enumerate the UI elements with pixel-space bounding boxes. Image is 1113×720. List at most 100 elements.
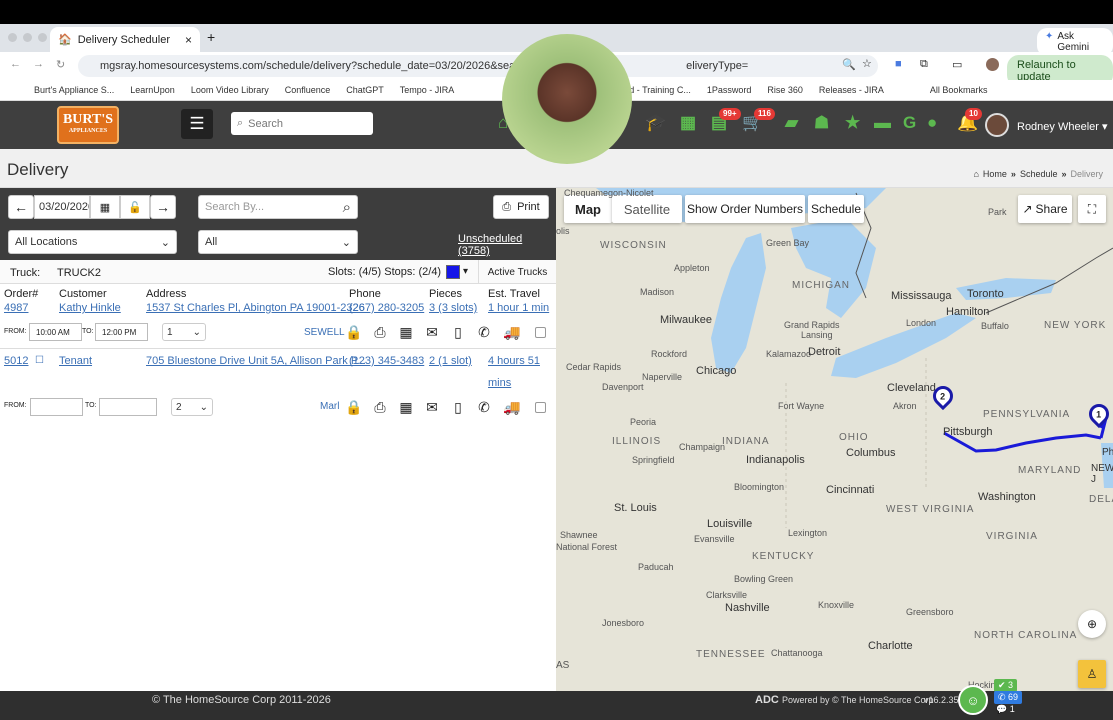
next-date-button[interactable]: → [150, 195, 176, 219]
briefcase-icon[interactable]: ▰ [785, 113, 798, 133]
mobile-icon[interactable]: ▯ [449, 323, 467, 341]
calendar-icon[interactable]: ▦ [397, 398, 415, 416]
chevron-down-icon[interactable]: ▾ [463, 266, 468, 277]
calendar-icon[interactable]: ▦ [397, 323, 415, 341]
calendar-button[interactable]: ▦ [90, 195, 120, 219]
satellite-view-tab[interactable]: Satellite [612, 195, 682, 223]
sequence-select[interactable]: 2 ⌄ [171, 398, 213, 416]
inbox-icon[interactable]: ▤ 99+ [711, 108, 741, 133]
bookmark-item[interactable]: Confluence [285, 85, 331, 95]
status-count-blue[interactable]: ✆ 69 [994, 691, 1023, 704]
star-nav-icon[interactable]: ★ [845, 113, 860, 133]
customer-link[interactable]: Tenant [59, 355, 92, 367]
unscheduled-link[interactable]: Unscheduled (3758) [458, 233, 556, 257]
phone-icon[interactable]: ✆ [475, 323, 493, 341]
prev-date-button[interactable]: ← [8, 195, 34, 219]
header-search-input[interactable]: ⌕ Search [231, 112, 373, 135]
printer-icon[interactable]: ⎙ [371, 398, 389, 416]
close-tab-icon[interactable]: × [185, 33, 192, 47]
envelope-icon[interactable]: ✉ [423, 398, 441, 416]
user-menu[interactable]: Rodney Wheeler ▾ [1017, 120, 1108, 133]
address-bar[interactable]: mgsray.homesourcesystems.com/schedule/de… [78, 55, 878, 77]
order-link[interactable]: 4987 [4, 302, 28, 314]
row-checkbox[interactable] [531, 398, 549, 416]
calculator-icon[interactable]: ▦ [680, 113, 696, 133]
forward-icon[interactable]: → [33, 58, 44, 70]
user-avatar[interactable] [985, 113, 1009, 137]
phone-link[interactable]: (123) 345-3483 [349, 355, 424, 367]
filter-select[interactable]: All ⌄ [198, 230, 358, 254]
truck-color-swatch[interactable] [446, 265, 460, 279]
unlock-button[interactable]: 🔓 [120, 195, 150, 219]
star-icon[interactable]: ☆ [862, 57, 872, 70]
google-icon[interactable]: G [903, 113, 916, 133]
from-time-input[interactable]: 10:00 AM [29, 323, 82, 341]
bookmark-item[interactable]: 1Password [707, 85, 752, 95]
printer-icon[interactable]: ⎙ [371, 323, 389, 341]
pegman-button[interactable]: ♙ [1078, 660, 1106, 688]
address-link[interactable]: 705 Bluestone Drive Unit 5A, Allison Par… [146, 355, 366, 367]
pieces-link[interactable]: 2 (1 slot) [429, 355, 472, 367]
hamburger-menu-button[interactable]: ☰ [181, 109, 213, 139]
order-link[interactable]: 5012 [4, 355, 28, 367]
graduation-cap-icon[interactable]: 🎓 [645, 113, 666, 133]
bookmark-item[interactable]: ChatGPT [346, 85, 384, 95]
phone-link[interactable]: (267) 280-3205 [349, 302, 424, 314]
travel-link-cont[interactable]: mins [488, 377, 511, 389]
truck-icon[interactable]: 🚚 [501, 323, 523, 341]
pieces-link[interactable]: 3 (3 slots) [429, 302, 477, 314]
breadcrumb-home[interactable]: Home [983, 169, 1007, 179]
reload-icon[interactable]: ↻ [56, 58, 65, 71]
browser-tab[interactable]: 🏠 Delivery Scheduler × [50, 27, 200, 52]
new-tab-icon[interactable]: + [207, 29, 215, 45]
from-time-input[interactable] [30, 398, 83, 416]
bookmark-item[interactable]: Loom Video Library [191, 85, 269, 95]
share-button[interactable]: ↗ Share [1018, 195, 1072, 223]
crew-name[interactable]: SEWELL [304, 327, 345, 338]
to-time-input[interactable] [99, 398, 157, 416]
puzzle-icon[interactable]: ⧉ [920, 58, 928, 71]
bookmark-item[interactable]: Tempo - JIRA [400, 85, 455, 95]
schedule-map-button[interactable]: Schedule [808, 195, 864, 223]
customer-link[interactable]: Kathy Hinkle [59, 302, 121, 314]
to-time-input[interactable]: 12:00 PM [95, 323, 148, 341]
breadcrumb-schedule[interactable]: Schedule [1020, 169, 1058, 179]
all-bookmarks[interactable]: All Bookmarks [930, 85, 988, 95]
chat-icon[interactable]: ● [927, 113, 937, 133]
extension-icon[interactable]: ■ [895, 58, 902, 70]
bell-icon[interactable]: 🔔 10 [957, 108, 982, 133]
bookmark-item[interactable]: Burt's Appliance S... [34, 85, 114, 95]
active-trucks-button[interactable]: Active Trucks [478, 260, 556, 284]
locate-button[interactable]: ⊕ [1078, 610, 1106, 638]
mobile-icon[interactable]: ▯ [449, 398, 467, 416]
fullscreen-button[interactable]: ⛶ [1078, 195, 1106, 223]
location-select[interactable]: All Locations ⌄ [8, 230, 177, 254]
travel-link[interactable]: 4 hours 51 [488, 355, 540, 367]
folder-icon[interactable]: ▬ [874, 113, 891, 133]
crew-name[interactable]: Marl [320, 401, 339, 412]
print-button[interactable]: ⎙ Print [493, 195, 549, 219]
map-view-tab[interactable]: Map [564, 195, 612, 223]
bookmark-item[interactable]: LearnUpon [130, 85, 175, 95]
show-order-numbers-button[interactable]: Show Order Numbers [685, 195, 805, 223]
sidepanel-icon[interactable]: ▭ [952, 58, 962, 71]
envelope-icon[interactable]: ✉ [423, 323, 441, 341]
profile-avatar[interactable] [986, 58, 999, 71]
truck-icon[interactable]: 🚚 [501, 398, 523, 416]
travel-link[interactable]: 1 hour 1 min [488, 302, 549, 314]
burts-logo[interactable]: BURT'S APPLIANCES [57, 106, 119, 144]
cart-icon[interactable]: 🛒 116 [742, 108, 775, 133]
status-count-chat[interactable]: 💬 1 [996, 704, 1015, 715]
search-by-input[interactable]: Search By... ⌕ [198, 195, 358, 219]
minimize-window-icon[interactable] [23, 33, 32, 42]
zoom-icon[interactable]: 🔍 [842, 58, 856, 71]
sequence-select[interactable]: 1 ⌄ [162, 323, 206, 341]
row-checkbox[interactable] [531, 323, 549, 341]
maximize-window-icon[interactable] [38, 33, 47, 42]
bookmark-item[interactable]: Releases - JIRA [819, 85, 884, 95]
users-icon[interactable]: ☗ [814, 113, 829, 133]
address-link[interactable]: 1537 St Charles Pl, Abington PA 19001-23… [146, 302, 365, 314]
lock-icon[interactable]: 🔒 [345, 323, 363, 341]
support-icon[interactable]: ☺ [958, 685, 988, 715]
close-window-icon[interactable] [8, 33, 17, 42]
